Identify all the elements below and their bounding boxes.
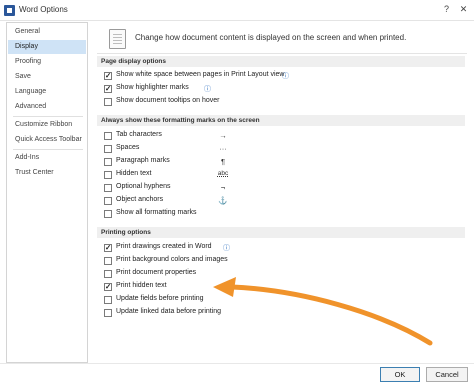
info-icon[interactable]: ⓘ [223, 243, 230, 253]
sidebar-item-save[interactable]: Save [8, 70, 86, 84]
option-label: Print hidden text [116, 282, 167, 289]
sidebar-item-proofing[interactable]: Proofing [8, 55, 86, 69]
pilcrow-icon: ¶ [220, 157, 226, 166]
checkbox[interactable] [104, 257, 112, 265]
sidebar-item-add-ins[interactable]: Add-Ins [8, 151, 86, 165]
tab-mark-icon: → [219, 131, 227, 140]
option-label: Update linked data before printing [116, 308, 222, 315]
header-divider [97, 53, 467, 54]
sidebar-item-general[interactable]: General [8, 25, 86, 39]
options-sidebar: General Display Proofing Save Language A… [6, 22, 88, 363]
space-mark-icon: ··· [219, 144, 227, 153]
dialog-footer: OK Cancel [0, 363, 474, 387]
document-display-icon [109, 29, 126, 49]
checkbox[interactable] [104, 210, 112, 218]
checkbox[interactable] [104, 145, 112, 153]
checkbox[interactable] [104, 270, 112, 278]
checkbox[interactable] [104, 132, 112, 140]
checkbox[interactable] [104, 98, 112, 106]
word-app-icon [4, 5, 15, 16]
display-options-panel: Change how document content is displayed… [89, 22, 471, 363]
close-button[interactable]: ✕ [456, 3, 471, 16]
hidden-text-mark-icon: abc [217, 170, 229, 177]
info-icon[interactable]: ⓘ [282, 71, 289, 81]
checkbox[interactable] [104, 309, 112, 317]
checkbox[interactable]: ✓ [104, 244, 112, 252]
sidebar-item-quick-access-toolbar[interactable]: Quick Access Toolbar [8, 133, 86, 147]
sidebar-item-advanced[interactable]: Advanced [8, 100, 86, 114]
option-label: Show document tooltips on hover [116, 97, 220, 104]
option-label: Object anchors [116, 196, 164, 203]
help-button[interactable]: ? [439, 3, 454, 16]
sidebar-divider [13, 149, 83, 150]
anchor-icon: ⚓ [218, 196, 228, 205]
sidebar-item-customize-ribbon[interactable]: Customize Ribbon [8, 118, 86, 132]
title-bar: Word Options ? ✕ [0, 0, 474, 21]
option-label: Show all formatting marks [116, 209, 197, 216]
checkbox[interactable] [104, 296, 112, 304]
option-label: Show white space between pages in Print … [116, 71, 285, 78]
info-icon[interactable]: ⓘ [204, 84, 211, 94]
checkbox[interactable] [104, 184, 112, 192]
cancel-button[interactable]: Cancel [426, 367, 468, 382]
section-page-display: Page display options [97, 56, 465, 67]
checkbox[interactable]: ✓ [104, 72, 112, 80]
checkbox[interactable]: ✓ [104, 85, 112, 93]
option-label: Print drawings created in Word [116, 243, 212, 250]
window-title: Word Options [19, 5, 68, 14]
option-label: Update fields before printing [116, 295, 204, 302]
panel-description: Change how document content is displayed… [135, 33, 407, 42]
checkbox[interactable] [104, 158, 112, 166]
option-label: Optional hyphens [116, 183, 171, 190]
sidebar-divider [13, 116, 83, 117]
ok-button[interactable]: OK [380, 367, 420, 382]
sidebar-item-language[interactable]: Language [8, 85, 86, 99]
section-printing-options: Printing options [97, 227, 465, 238]
option-label: Paragraph marks [116, 157, 170, 164]
option-label: Print document properties [116, 269, 197, 276]
option-label: Print background colors and images [116, 256, 228, 263]
sidebar-item-trust-center[interactable]: Trust Center [8, 166, 86, 180]
sidebar-item-display[interactable]: Display [8, 40, 86, 54]
option-label: Spaces [116, 144, 140, 151]
optional-hyphen-mark-icon: ¬ [220, 183, 226, 192]
section-formatting-marks: Always show these formatting marks on th… [97, 115, 465, 126]
checkbox[interactable]: ✓ [104, 283, 112, 291]
checkbox[interactable] [104, 197, 112, 205]
checkbox[interactable] [104, 171, 112, 179]
option-label: Hidden text [116, 170, 152, 177]
option-label: Tab characters [116, 131, 162, 138]
option-label: Show highlighter marks [116, 84, 189, 91]
